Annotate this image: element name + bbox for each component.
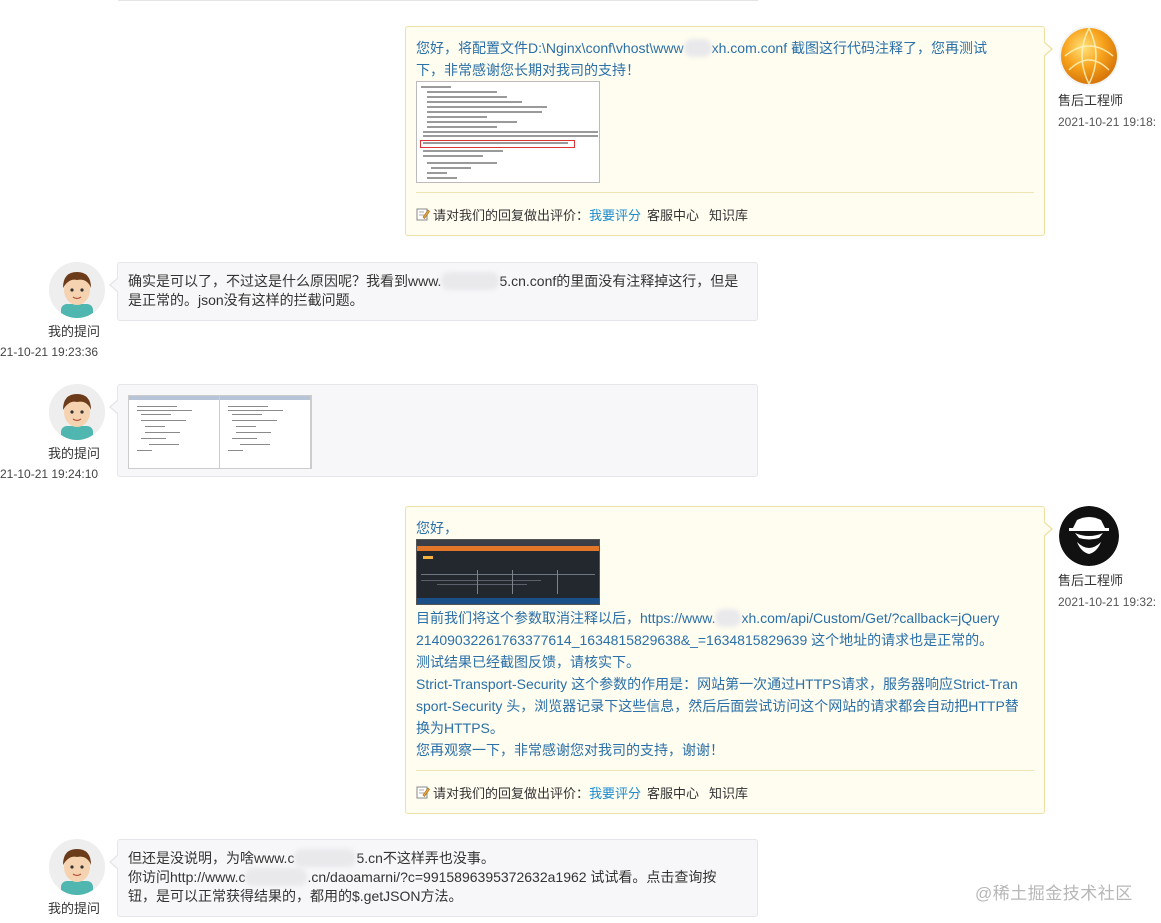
rating-prompt: 请对我们的回复做出评价： [433,785,590,801]
message-text: 5.cn.conf的里面没有注释掉这行，但是 [499,273,739,289]
rating-bar: 请对我们的回复做出评价： 我要评分 客服中心 知识库 [416,770,1034,813]
user-avatar [49,384,105,440]
engineer-2-info: 售后工程师 2021-10-21 19:32: [1058,506,1161,609]
message-text: 钮，是可以正常获得结果的，都用的$.getJSON方法。 [128,888,463,904]
user-message-1: 确实是可以了，不过这是什么原因呢？我看到www. 5.cn.conf的里面没有注释… [109,262,758,321]
message-text: 您好， [416,520,458,536]
rating-bar: 请对我们的回复做出评价： 我要评分 客服中心 知识库 [416,192,1034,235]
cartoon-boy-avatar [49,262,105,318]
message-time: 21-10-21 19:24:10 [0,467,99,481]
message-text: 是正常的。json没有这样的拦截问题。 [128,292,364,308]
engineer-avatar [1059,506,1119,566]
user-2-info: 我的提问 21-10-21 19:24:10 [0,384,116,481]
orange-sphere-avatar [1059,26,1119,86]
message-text: 目前我们将这个参数取消注释以后，https://www. [416,610,716,626]
engineer-message-2-text: 目前我们将这个参数取消注释以后，https://www. xh.com/api/C… [416,607,1041,761]
rate-link[interactable]: 我要评分 [589,205,641,224]
service-center-link[interactable]: 客服中心 [647,783,699,802]
message-text: Strict-Transport-Security 这个参数的作用是：网站第一次… [416,676,1018,692]
diff-screenshot-thumbnail[interactable] [128,395,312,469]
message-time: 21-10-21 19:23:36 [0,345,99,359]
message-text: 您再观察一下，非常感谢您对我司的支持，谢谢！ [416,742,724,758]
message-text: 你访问http://www.c [128,869,246,885]
rate-link[interactable]: 我要评分 [589,783,641,802]
watermark: @稀土掘金技术社区 [975,884,1133,903]
message-text: .cn/daoamarni/?c=9915896395372632a1962 试… [307,869,717,885]
message-text: 换为HTTPS。 [416,720,504,736]
user-1-info: 我的提问 21-10-21 19:23:36 [0,262,116,359]
redacted-text [683,39,712,57]
sender-name: 我的提问 [48,446,101,461]
knowledge-base-link[interactable]: 知识库 [709,783,748,802]
sender-name: 售后工程师 [1058,573,1124,588]
message-text: xh.com.conf 截图这行代码注释了，您再测试 [711,40,987,56]
sender-name: 售后工程师 [1058,93,1124,108]
message-text: 但还是没说明，为啥www.c [128,850,295,866]
message-time: 2021-10-21 19:32: [1058,595,1157,609]
pencil-note-icon [416,208,430,221]
message-text: 5.cn不这样弄也没事。 [356,850,495,866]
cartoon-boy-avatar [49,384,105,440]
message-text: 确实是可以了，不过这是什么原因呢？我看到www. [128,273,442,289]
engineer-message-1-text: 您好，将配置文件D:\Nginx\conf\vhost\www xh.com.co… [406,27,1044,81]
user-avatar [49,262,105,318]
hat-man-avatar [1059,506,1119,566]
message-text: sport-Security 头，浏览器记录下这些信息，然后后面尝试访问这个网站… [416,698,1019,714]
engineer-message-2-greeting: 您好， [406,507,1044,539]
sender-name: 我的提问 [48,901,101,916]
service-center-link[interactable]: 客服中心 [647,205,699,224]
message-text: 21409032261763377614_1634815829638&_=163… [416,632,994,648]
message-time: 2021-10-21 19:18: [1058,115,1157,129]
sender-name: 我的提问 [48,324,101,339]
message-text: 测试结果已经截图反馈，请核实下。 [416,654,640,670]
redacted-text [715,609,742,627]
previous-message-edge [118,0,758,1]
message-text: 下，非常感谢您长期对我司的支持！ [416,62,640,78]
engineer-message-1: 您好，将配置文件D:\Nginx\conf\vhost\www xh.com.co… [405,26,1053,236]
engineer-message-2: 您好， 目前我们将这个参数取消注释以后，https://www. xh.com/a… [405,506,1053,814]
config-screenshot-thumbnail[interactable] [416,81,600,183]
rating-prompt: 请对我们的回复做出评价： [433,207,590,223]
user-3-info: 我的提问 [0,839,116,917]
user-message-3: 但还是没说明，为啥www.c 5.cn不这样弄也没事。 你访问http://www… [109,839,758,917]
user-message-2 [109,384,758,477]
engineer-1-info: 售后工程师 2021-10-21 19:18: [1058,26,1161,129]
message-text: xh.com/api/Custom/Get/?callback=jQuery [741,610,1000,626]
engineer-avatar [1059,26,1119,86]
redacted-text [294,849,357,867]
pencil-note-icon [416,786,430,799]
knowledge-base-link[interactable]: 知识库 [709,205,748,224]
test-result-screenshot-thumbnail[interactable] [416,539,600,605]
user-avatar [49,839,105,895]
message-text: 您好，将配置文件D:\Nginx\conf\vhost\www [416,40,684,56]
redacted-text [245,868,308,886]
cartoon-boy-avatar [49,839,105,895]
redacted-text [441,272,500,290]
